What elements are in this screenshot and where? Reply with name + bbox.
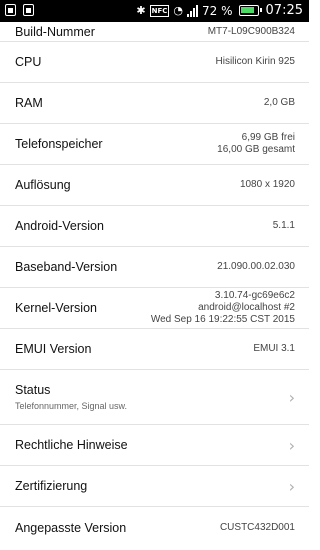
row-android-version[interactable]: Android-Version 5.1.1 bbox=[0, 206, 309, 247]
bluetooth-icon: ✱ bbox=[136, 3, 146, 17]
row-kernel-version: Kernel-Version 3.10.74-gc69e6c2 android@… bbox=[0, 288, 309, 329]
chevron-right-icon: › bbox=[288, 435, 295, 455]
nfc-icon: NFC bbox=[149, 4, 170, 17]
row-status[interactable]: Status Telefonnummer, Signal usw. › bbox=[0, 370, 309, 425]
row-label: Rechtliche Hinweise bbox=[15, 438, 128, 452]
row-value: CUSTC432D001 bbox=[219, 521, 295, 533]
row-label: Auflösung bbox=[15, 178, 71, 192]
row-cpu: CPU Hisilicon Kirin 925 bbox=[0, 42, 309, 83]
signal-icon bbox=[187, 4, 199, 17]
row-baseband-version: Baseband-Version 21.090.00.02.030 bbox=[0, 247, 309, 288]
row-certification[interactable]: Zertifizierung › bbox=[0, 466, 309, 507]
row-ram: RAM 2,0 GB bbox=[0, 83, 309, 124]
row-value: 2,0 GB bbox=[263, 97, 295, 108]
row-label: Zertifizierung bbox=[15, 479, 88, 493]
row-custom-version: Angepasste Version CUSTC432D001 bbox=[0, 507, 309, 548]
row-label: RAM bbox=[15, 96, 43, 110]
device-info-list: Build-Nummer MT7-L09C900B324 CPU Hisilic… bbox=[0, 22, 309, 548]
row-value: 3.10.74-gc69e6c2 android@localhost #2 We… bbox=[150, 290, 295, 325]
row-build-number[interactable]: Build-Nummer MT7-L09C900B324 bbox=[0, 22, 309, 42]
row-subtitle: Telefonnummer, Signal usw. bbox=[15, 401, 128, 411]
wifi-icon: ◔ bbox=[173, 3, 184, 17]
row-emui-version: EMUI Version EMUI 3.1 bbox=[0, 329, 309, 370]
notification-icon bbox=[5, 4, 16, 16]
battery-icon bbox=[238, 5, 262, 16]
chevron-right-icon: › bbox=[288, 387, 295, 407]
row-resolution: Auflösung 1080 x 1920 bbox=[0, 165, 309, 206]
row-value: Hisilicon Kirin 925 bbox=[215, 56, 295, 67]
row-label: Telefonspeicher bbox=[15, 137, 103, 151]
row-value: 6,99 GB frei 16,00 GB gesamt bbox=[217, 132, 295, 155]
row-label: CPU bbox=[15, 55, 42, 69]
row-legal-info[interactable]: Rechtliche Hinweise › bbox=[0, 425, 309, 466]
notification-icon bbox=[23, 4, 34, 16]
row-value: MT7-L09C900B324 bbox=[207, 25, 295, 37]
row-label: EMUI Version bbox=[15, 342, 92, 356]
row-value: 21.090.00.02.030 bbox=[217, 261, 295, 272]
row-value: EMUI 3.1 bbox=[253, 343, 295, 354]
battery-percent: 72 % bbox=[202, 3, 233, 18]
row-label: Angepasste Version bbox=[15, 520, 127, 535]
clock: 07:25 bbox=[265, 3, 303, 18]
row-label: Android-Version bbox=[15, 219, 104, 233]
row-label: Kernel-Version bbox=[15, 301, 97, 315]
row-label: Status bbox=[15, 383, 51, 397]
notification-icons bbox=[5, 4, 34, 16]
row-label: Build-Nummer bbox=[15, 24, 95, 39]
row-value: 1080 x 1920 bbox=[239, 179, 295, 190]
row-label: Baseband-Version bbox=[15, 260, 118, 274]
row-value: 5.1.1 bbox=[272, 220, 295, 231]
chevron-right-icon: › bbox=[288, 476, 295, 496]
status-bar: ✱ NFC ◔ 72 % 07:25 bbox=[0, 0, 309, 22]
row-phone-storage: Telefonspeicher 6,99 GB frei 16,00 GB ge… bbox=[0, 124, 309, 165]
